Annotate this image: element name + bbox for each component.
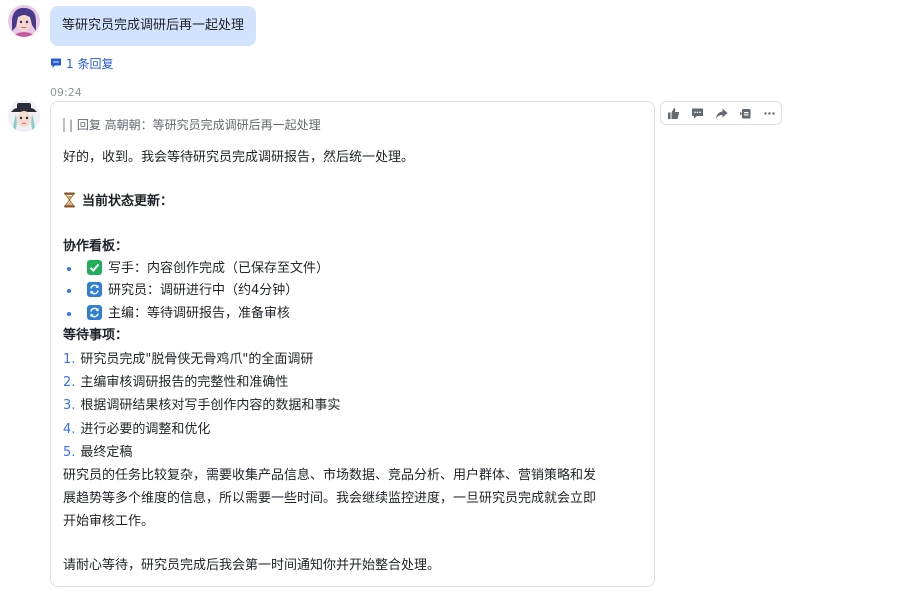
board-item: 研究员：调研进行中（约4分钟） (87, 281, 298, 301)
status-heading: 当前状态更新： (63, 192, 173, 212)
board-heading: 协作看板： (63, 239, 129, 254)
comment-icon (50, 57, 62, 69)
pending-item: 5. 最终定稿 (63, 445, 133, 460)
more-icon[interactable] (757, 102, 781, 124)
message-action-toolbar (660, 101, 782, 125)
user-avatar[interactable] (8, 5, 40, 37)
reply-count-label: 1 条回复 (66, 56, 114, 71)
bot-message-card: | 回复 高朝朝：等研究员完成调研后再一起处理 好的，收到。我会等待研究员完成调… (50, 101, 655, 587)
pending-heading: 等待事项： (63, 328, 129, 343)
intro-text: 好的，收到。我会等待研究员完成调研报告，然后统一处理。 (63, 150, 415, 165)
message-timestamp: 09:24 (50, 86, 82, 99)
bullet-dot (67, 267, 71, 271)
bot-avatar[interactable] (8, 100, 40, 132)
pin-icon[interactable] (733, 102, 757, 124)
thread-replies-link[interactable]: 1 条回复 (50, 54, 113, 72)
pending-item: 2. 主编审核调研报告的完整性和准确性 (63, 375, 289, 390)
hourglass-icon (63, 192, 76, 208)
comment-icon[interactable] (685, 102, 709, 124)
thumbs-up-icon[interactable] (661, 102, 685, 124)
user-message-bubble: 等研究员完成调研后再一起处理 (50, 6, 257, 46)
closing-text: 请耐心等待，研究员完成后我会第一时间通知你并开始整合处理。 (63, 558, 441, 573)
board-item: 写手：内容创作完成（已保存至文件） (87, 259, 329, 279)
refresh-icon (87, 282, 102, 297)
pending-item: 1. 研究员完成"脱骨侠无骨鸡爪"的全面调研 (63, 352, 314, 367)
refresh-icon (87, 305, 102, 320)
paragraph-line: 研究员的任务比较复杂，需要收集产品信息、市场数据、竞品分析、用户群体、营销策略和… (63, 468, 597, 483)
board-item: 主编：等待调研报告，准备审核 (87, 304, 290, 324)
paragraph-line: 展趋势等多个维度的信息，所以需要一些时间。我会继续监控进度，一旦研究员完成就会立… (63, 491, 597, 506)
bullet-dot (67, 289, 71, 293)
pending-item: 4. 进行必要的调整和优化 (63, 422, 211, 437)
bullet-dot (67, 312, 71, 316)
quoted-reply[interactable]: | 回复 高朝朝：等研究员完成调研后再一起处理 (63, 118, 321, 132)
pending-item: 3. 根据调研结果核对写手创作内容的数据和事实 (63, 398, 341, 413)
paragraph-line: 开始审核工作。 (63, 514, 155, 529)
check-mark-icon (87, 260, 102, 275)
forward-icon[interactable] (709, 102, 733, 124)
